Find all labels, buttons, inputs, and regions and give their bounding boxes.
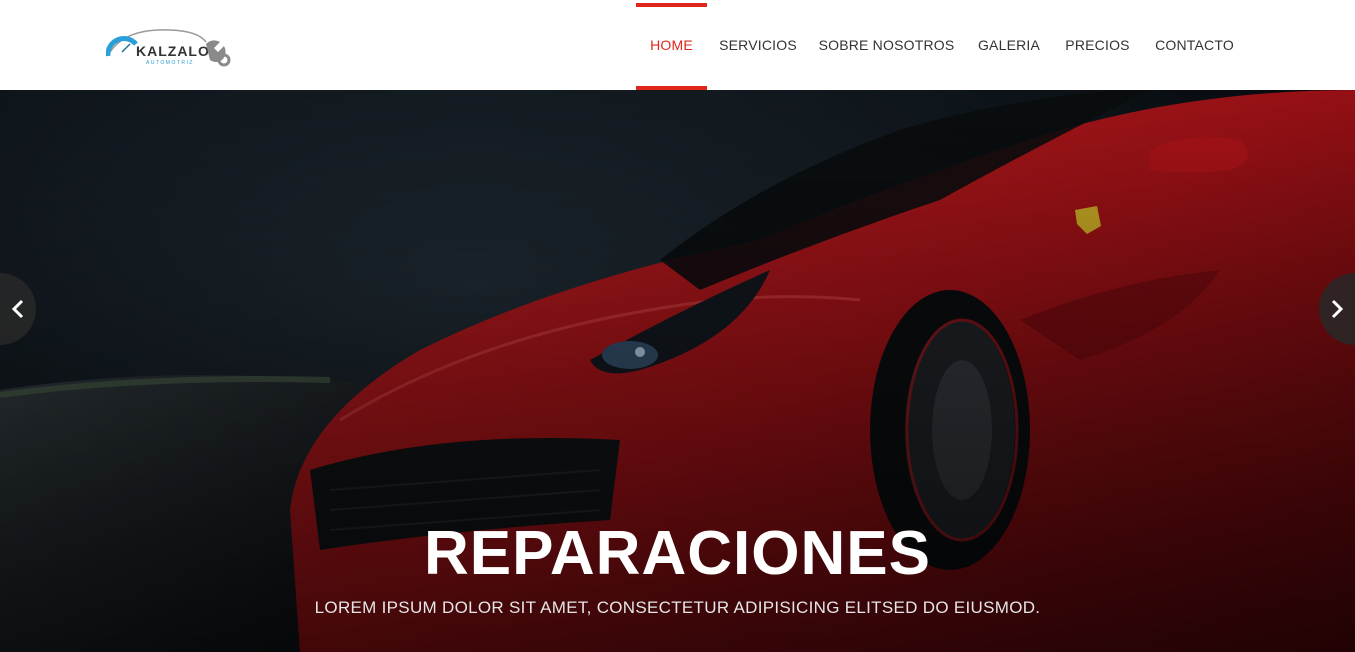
chevron-left-icon bbox=[11, 299, 24, 319]
nav-item-galeria[interactable]: GALERIA bbox=[973, 0, 1045, 90]
nav-item-servicios[interactable]: SERVICIOS bbox=[716, 0, 800, 90]
main-nav: HOME SERVICIOS SOBRE NOSOTROS GALERIA PR… bbox=[0, 0, 1355, 90]
nav-item-label: CONTACTO bbox=[1155, 37, 1234, 53]
nav-item-label: SOBRE NOSOTROS bbox=[818, 37, 955, 53]
hero-slider: REPARACIONES LOREM IPSUM DOLOR SIT AMET,… bbox=[0, 90, 1355, 652]
nav-item-home[interactable]: HOME bbox=[636, 0, 707, 90]
chevron-right-icon bbox=[1331, 299, 1344, 319]
nav-item-sobre-nosotros[interactable]: SOBRE NOSOTROS bbox=[816, 0, 957, 90]
nav-item-label: SERVICIOS bbox=[719, 37, 797, 53]
nav-item-label: PRECIOS bbox=[1065, 37, 1130, 53]
nav-item-precios[interactable]: PRECIOS bbox=[1061, 0, 1134, 90]
hero-title: REPARACIONES bbox=[424, 519, 931, 588]
nav-item-label: GALERIA bbox=[977, 37, 1041, 53]
nav-item-label: HOME bbox=[650, 37, 693, 53]
hero-subtitle: LOREM IPSUM DOLOR SIT AMET, CONSECTETUR … bbox=[314, 598, 1041, 617]
site-header: KALZALO AUTOMOTRIZ HOME SERVICIOS SOBRE … bbox=[0, 0, 1355, 90]
nav-item-contacto[interactable]: CONTACTO bbox=[1150, 0, 1239, 90]
